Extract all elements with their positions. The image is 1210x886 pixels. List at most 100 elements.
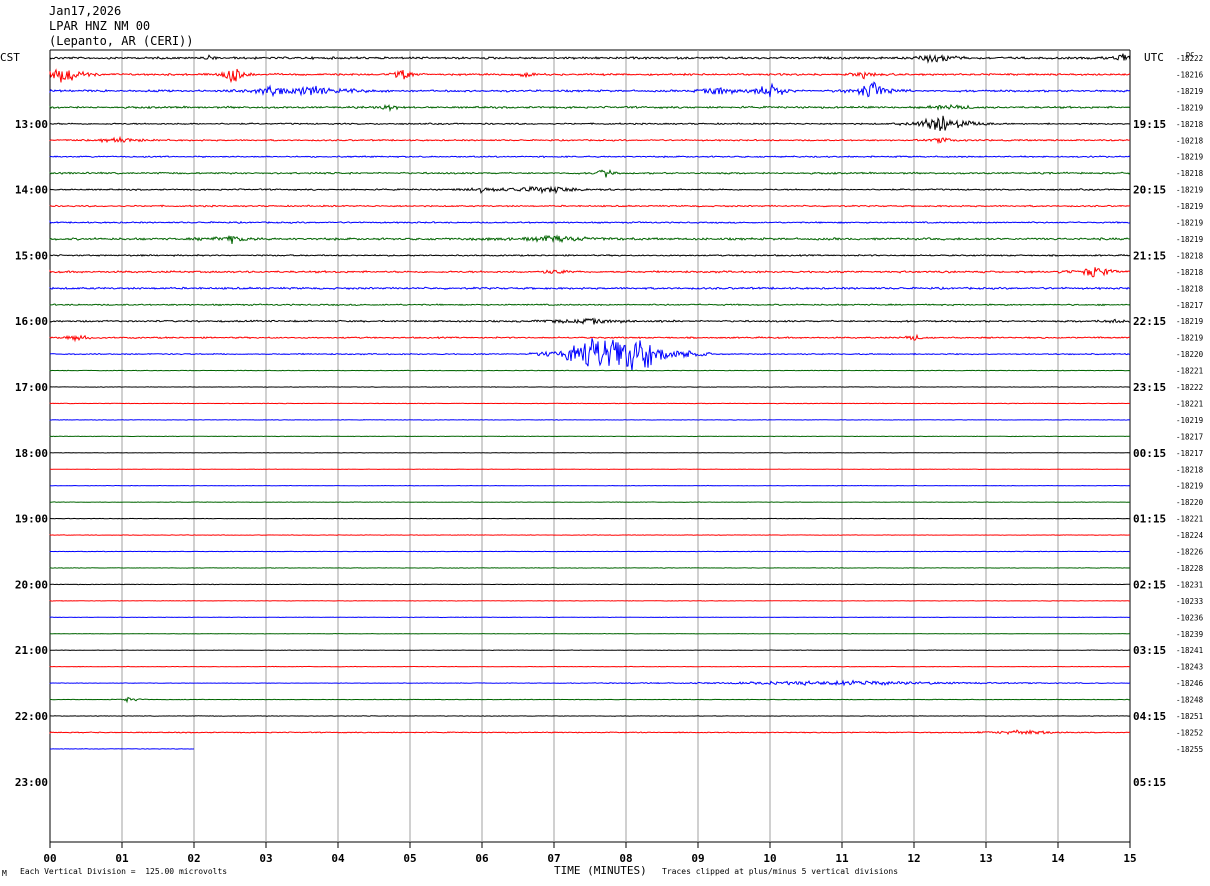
dc-offset-label: -18228 <box>1176 564 1204 573</box>
dc-offset-label: -18220 <box>1176 498 1204 507</box>
right-hour-label: 03:15 <box>1133 644 1166 657</box>
seismic-trace <box>49 715 1131 717</box>
right-hour-label: 02:15 <box>1133 578 1166 591</box>
dc-offset-label: -18248 <box>1176 696 1204 705</box>
seismic-trace <box>49 435 1130 438</box>
utc-label: UTC <box>1144 51 1164 64</box>
seismic-trace <box>49 501 1131 503</box>
dc-offset-label: -18239 <box>1176 630 1203 639</box>
dc-offset-label: -18217 <box>1176 449 1203 458</box>
left-hour-label: 14:00 <box>15 184 48 197</box>
seismic-trace <box>49 386 1130 388</box>
date-label: Jan17,2026 <box>49 4 122 18</box>
seismic-trace <box>49 68 1131 84</box>
seismic-trace <box>49 729 1130 736</box>
seismic-trace <box>49 451 1131 454</box>
dc-offset-label: -18243 <box>1176 663 1203 672</box>
x-tick-label: 02 <box>187 852 200 865</box>
x-tick-label: 05 <box>403 852 416 865</box>
dc-offset-label: -18226 <box>1176 548 1204 557</box>
dc-offset-label: -18231 <box>1176 580 1203 589</box>
dc-offset-label: -18218 <box>1176 120 1204 129</box>
dc-offset-label: -18255 <box>1176 745 1203 754</box>
x-tick-label: 10 <box>763 852 776 865</box>
seismic-trace <box>49 649 1131 652</box>
dc-offset-label: -18218 <box>1176 284 1204 293</box>
seismic-trace <box>49 155 1131 159</box>
seismic-trace <box>49 333 1130 343</box>
dc-offset-label: -10218 <box>1176 136 1204 145</box>
seismic-trace <box>49 253 1131 257</box>
dc-offset-label: -18241 <box>1176 646 1203 655</box>
x-tick-label: 01 <box>115 852 129 865</box>
dc-offset-label: -18252 <box>1176 728 1203 737</box>
seismic-trace <box>49 286 1131 291</box>
seismic-trace <box>49 204 1131 208</box>
location-label: (Lepanto, AR (CERI)) <box>49 34 194 48</box>
dc-offset-label: -10219 <box>1176 416 1203 425</box>
seismic-trace <box>49 419 1131 421</box>
left-hour-label: 22:00 <box>15 710 48 723</box>
seismic-trace <box>49 567 1131 569</box>
right-hour-label: 23:15 <box>1133 381 1166 394</box>
seismic-trace <box>49 679 1131 687</box>
seismic-trace <box>49 632 1131 635</box>
right-hour-label: 21:15 <box>1133 249 1166 262</box>
x-tick-label: 12 <box>907 852 920 865</box>
station-label: LPAR HNZ NM 00 <box>49 19 151 33</box>
x-tick-label: 03 <box>259 852 272 865</box>
seismic-trace <box>49 484 1131 487</box>
left-hour-label: 23:00 <box>15 776 48 789</box>
seismogram-chart: 00 01 02 03 04 05 06 07 08 09 10 11 12 13 14 15CST UTC DC… <box>0 49 1204 865</box>
dc-offset-label: -18219 <box>1176 202 1203 211</box>
seismic-trace <box>49 317 1131 325</box>
right-hour-label: 05:15 <box>1133 776 1166 789</box>
dc-offset-label: -18222 <box>1176 54 1203 63</box>
seismic-trace <box>49 583 1130 586</box>
seismic-trace <box>49 338 1131 371</box>
seismic-trace <box>49 267 1131 278</box>
seismic-trace <box>49 748 195 750</box>
x-tick-label: 06 <box>475 852 489 865</box>
cst-label: CST <box>0 51 20 64</box>
x-tick-label: 13 <box>979 852 992 865</box>
dc-offset-label: -18251 <box>1176 712 1203 721</box>
dc-offset-label: -18221 <box>1176 515 1203 524</box>
dc-offset-label: -18221 <box>1176 399 1203 408</box>
dc-offset-label: -18217 <box>1176 432 1203 441</box>
seismic-trace <box>49 303 1131 307</box>
scale-note: Each Vertical Division = 125.00 microvol… <box>20 867 228 876</box>
right-hour-label: 22:15 <box>1133 315 1166 328</box>
dc-offset-label: -18219 <box>1176 317 1203 326</box>
seismic-trace <box>49 234 1130 244</box>
seismic-trace <box>49 550 1130 553</box>
dc-offset-label: -18218 <box>1176 251 1204 260</box>
clip-note: Traces clipped at plus/minus 5 vertical … <box>662 867 899 876</box>
corner-mark: M <box>2 869 7 878</box>
left-hour-label: 19:00 <box>15 513 48 526</box>
left-hour-label: 21:00 <box>15 644 48 657</box>
seismic-trace <box>49 534 1130 536</box>
dc-offset-label: -10236 <box>1176 613 1204 622</box>
seismic-trace <box>49 696 1131 704</box>
dc-offset-label: -18219 <box>1176 153 1203 162</box>
x-axis-title: TIME (MINUTES) <box>554 864 647 877</box>
seismic-trace <box>49 168 1131 178</box>
left-hour-label: 15:00 <box>15 249 48 262</box>
dc-offset-label: -18218 <box>1176 465 1204 474</box>
x-tick-label: 14 <box>1051 852 1065 865</box>
dc-offset-label: -18219 <box>1176 235 1203 244</box>
dc-offset-label: -18219 <box>1176 219 1203 228</box>
dc-offset-label: -18246 <box>1176 679 1204 688</box>
dc-offset-label: -18217 <box>1176 301 1203 310</box>
seismic-trace <box>49 103 1131 113</box>
dc-offset-label: -10233 <box>1176 597 1203 606</box>
seismic-trace <box>49 185 1131 195</box>
dc-offset-label: -18220 <box>1176 350 1204 359</box>
dc-offset-label: -18216 <box>1176 70 1204 79</box>
x-tick-label: 09 <box>691 852 704 865</box>
left-hour-label: 16:00 <box>15 315 48 328</box>
right-hour-label: 20:15 <box>1133 184 1166 197</box>
x-tick-label: 15 <box>1123 852 1136 865</box>
dc-offset-label: -18219 <box>1176 334 1203 343</box>
